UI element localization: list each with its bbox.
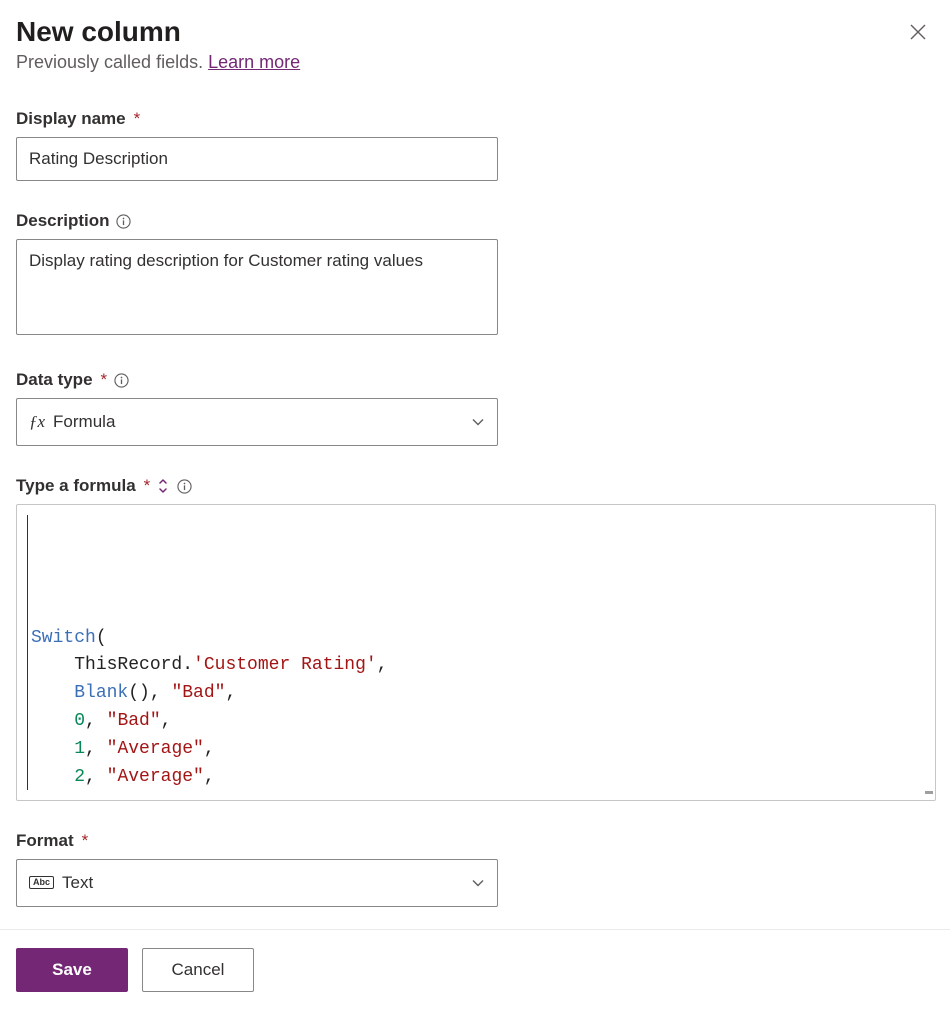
text-cursor xyxy=(27,515,28,790)
expand-icon[interactable] xyxy=(156,479,170,493)
scroll-indicator xyxy=(925,791,933,794)
subtitle-text: Previously called fields. xyxy=(16,52,208,72)
chevron-down-icon xyxy=(471,415,485,429)
info-icon[interactable] xyxy=(116,213,132,229)
chevron-down-icon xyxy=(471,876,485,890)
description-label: Description xyxy=(16,211,110,231)
required-asterisk: * xyxy=(101,370,108,390)
formula-field: Type a formula * Switch( ThisRecord.'Cus… xyxy=(16,476,934,801)
save-button[interactable]: Save xyxy=(16,948,128,992)
fx-icon: ƒx xyxy=(29,412,45,432)
description-input[interactable]: Display rating description for Customer … xyxy=(16,239,498,335)
info-icon[interactable] xyxy=(176,478,192,494)
format-select[interactable]: Abc Text xyxy=(16,859,498,907)
text-format-icon: Abc xyxy=(29,876,54,889)
formula-label: Type a formula xyxy=(16,476,136,496)
required-asterisk: * xyxy=(82,831,89,851)
data-type-select[interactable]: ƒx Formula xyxy=(16,398,498,446)
close-button[interactable] xyxy=(902,16,934,48)
info-icon[interactable] xyxy=(113,372,129,388)
data-type-field: Data type * ƒx Formula xyxy=(16,370,934,446)
format-field: Format * Abc Text xyxy=(16,831,934,907)
display-name-label: Display name xyxy=(16,109,126,129)
page-subtitle: Previously called fields. Learn more xyxy=(16,52,300,73)
display-name-field: Display name * xyxy=(16,109,934,181)
footer-bar: Save Cancel xyxy=(0,929,950,1010)
required-asterisk: * xyxy=(134,109,141,129)
page-title: New column xyxy=(16,16,300,48)
description-field: Description Display rating description f… xyxy=(16,211,934,340)
format-value: Text xyxy=(62,873,93,893)
cancel-button[interactable]: Cancel xyxy=(142,948,254,992)
required-asterisk: * xyxy=(144,476,151,496)
formula-editor[interactable]: Switch( ThisRecord.'Customer Rating', Bl… xyxy=(16,504,936,801)
format-label: Format xyxy=(16,831,74,851)
learn-more-link[interactable]: Learn more xyxy=(208,52,300,72)
data-type-value: Formula xyxy=(53,412,115,432)
data-type-label: Data type xyxy=(16,370,93,390)
close-icon xyxy=(908,30,928,45)
display-name-input[interactable] xyxy=(16,137,498,181)
